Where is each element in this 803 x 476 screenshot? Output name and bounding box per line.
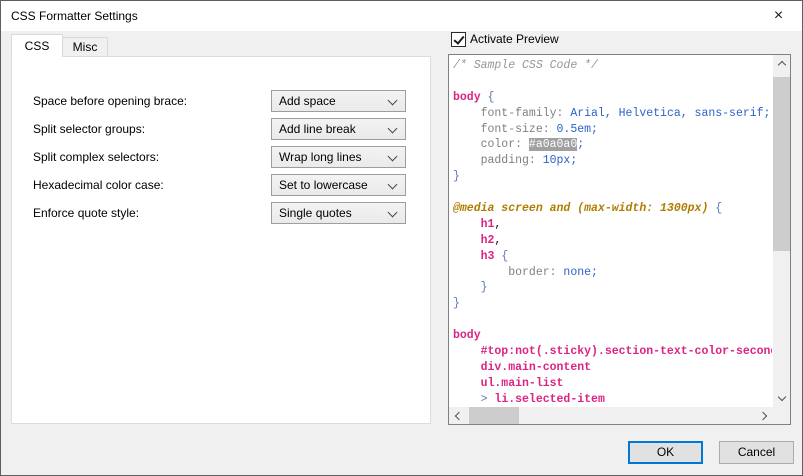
setting-row-split-complex-selectors: Split complex selectors: Wrap long lines [12, 146, 430, 168]
horizontal-scrollbar[interactable] [449, 407, 773, 424]
window-title: CSS Formatter Settings [11, 1, 138, 31]
scroll-right-button[interactable] [756, 407, 773, 424]
chevron-up-icon [777, 61, 785, 69]
dialog-css-formatter-settings: CSS Formatter Settings × CSS Misc Space … [0, 0, 803, 476]
scroll-down-button[interactable] [773, 390, 790, 407]
chevron-down-icon [388, 208, 398, 218]
chevron-down-icon [388, 124, 398, 134]
dropdown-value: Add space [279, 94, 336, 108]
setting-row-split-selector-groups: Split selector groups: Add line break [12, 118, 430, 140]
ok-button[interactable]: OK [628, 441, 703, 464]
setting-label: Enforce quote style: [33, 206, 139, 220]
title-bar: CSS Formatter Settings × [1, 1, 802, 31]
setting-row-space-before-brace: Space before opening brace: Add space [12, 90, 430, 112]
split-selector-groups-dropdown[interactable]: Add line break [271, 118, 406, 140]
horizontal-scroll-thumb[interactable] [469, 407, 519, 424]
close-icon: × [774, 7, 783, 25]
dropdown-value: Single quotes [279, 206, 352, 220]
setting-label: Space before opening brace: [33, 94, 187, 108]
scroll-up-button[interactable] [773, 55, 790, 72]
dropdown-value: Set to lowercase [279, 178, 368, 192]
split-complex-selectors-dropdown[interactable]: Wrap long lines [271, 146, 406, 168]
scroll-left-button[interactable] [449, 407, 466, 424]
scrollbar-corner [773, 407, 790, 424]
code-preview-content[interactable]: /* Sample CSS Code */body { font-family:… [453, 58, 772, 406]
space-before-brace-dropdown[interactable]: Add space [271, 90, 406, 112]
activate-preview-checkbox[interactable] [451, 32, 466, 47]
chevron-down-icon [777, 393, 785, 401]
setting-row-quote-style: Enforce quote style: Single quotes [12, 202, 430, 224]
cancel-button[interactable]: Cancel [719, 441, 794, 464]
tab-css[interactable]: CSS [11, 34, 63, 57]
chevron-down-icon [388, 152, 398, 162]
activate-preview-label: Activate Preview [470, 32, 559, 46]
vertical-scrollbar[interactable] [773, 55, 790, 407]
chevron-down-icon [388, 180, 398, 190]
dropdown-value: Add line break [279, 122, 356, 136]
tab-misc-label: Misc [73, 40, 98, 54]
tab-misc[interactable]: Misc [62, 37, 108, 57]
check-icon [453, 33, 464, 45]
hex-color-case-dropdown[interactable]: Set to lowercase [271, 174, 406, 196]
setting-row-hex-color-case: Hexadecimal color case: Set to lowercase [12, 174, 430, 196]
chevron-right-icon [759, 411, 767, 419]
chevron-down-icon [388, 96, 398, 106]
close-button[interactable]: × [756, 2, 801, 30]
dropdown-value: Wrap long lines [279, 150, 362, 164]
quote-style-dropdown[interactable]: Single quotes [271, 202, 406, 224]
chevron-left-icon [455, 411, 463, 419]
setting-label: Split selector groups: [33, 122, 145, 136]
setting-label: Hexadecimal color case: [33, 178, 164, 192]
css-settings-panel: Space before opening brace: Add space Sp… [11, 56, 431, 424]
tab-css-label: CSS [25, 39, 50, 53]
vertical-scroll-thumb[interactable] [773, 77, 790, 251]
code-preview-panel: /* Sample CSS Code */body { font-family:… [448, 54, 791, 425]
setting-label: Split complex selectors: [33, 150, 159, 164]
